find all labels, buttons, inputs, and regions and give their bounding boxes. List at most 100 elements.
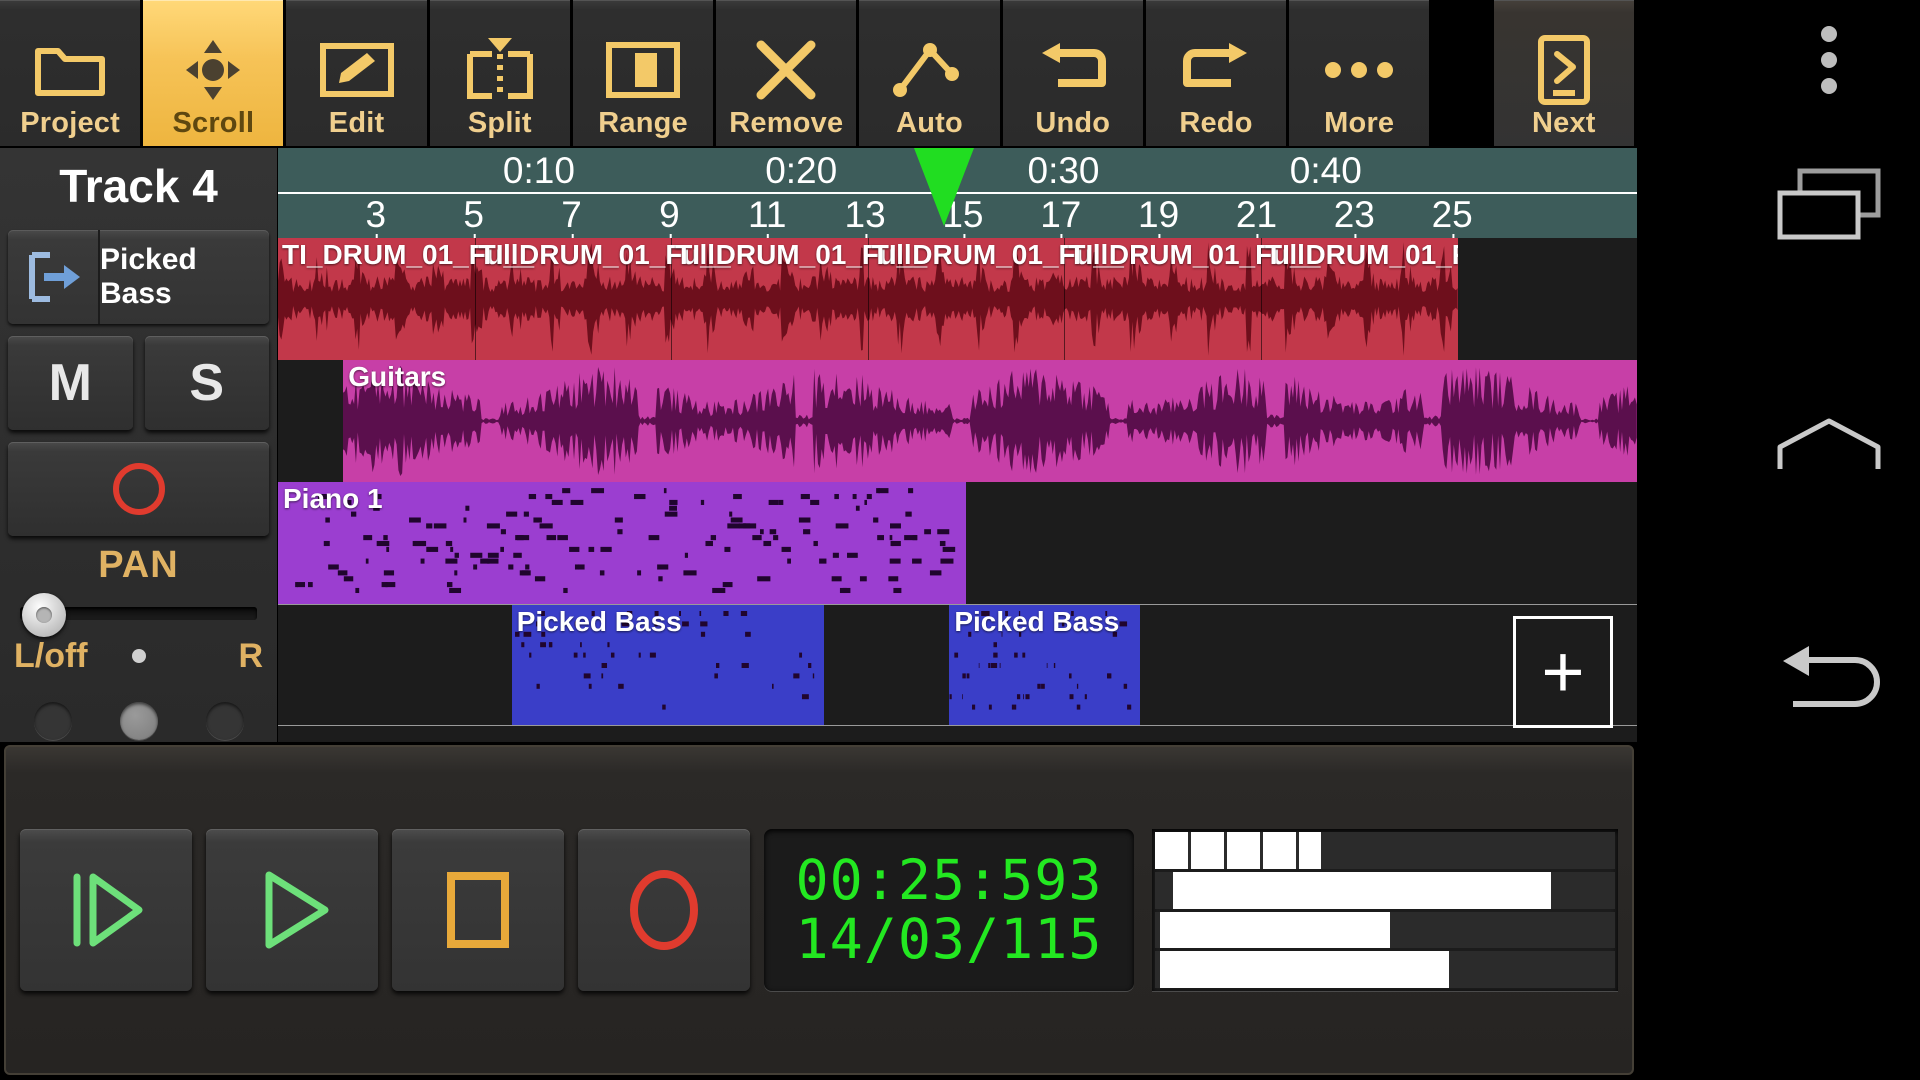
play-button[interactable]	[206, 829, 378, 991]
toolbar-label-redo: Redo	[1179, 107, 1253, 139]
automation-icon	[892, 31, 968, 109]
toolbar-label-auto: Auto	[896, 107, 963, 139]
pan-slider[interactable]	[10, 593, 267, 637]
back-arrow-icon[interactable]	[1737, 625, 1920, 735]
move-icon	[174, 31, 252, 109]
toolbar-button-undo[interactable]: Undo	[1002, 0, 1143, 146]
ruler-bar-mark: 9	[659, 194, 680, 242]
clip-piano-1[interactable]: Piano 1	[278, 482, 966, 604]
main-toolbar: Project Scroll Edit Split Range Remove A…	[0, 0, 1637, 148]
time-display[interactable]: 00:25:593 14/03/115	[764, 829, 1134, 991]
toolbar-label-project: Project	[20, 107, 120, 139]
meter-3-fill	[1159, 911, 1390, 949]
record-button[interactable]	[578, 829, 750, 991]
ruler-bar-mark: 17	[1040, 194, 1081, 242]
toolbar-label-more: More	[1324, 107, 1395, 139]
level-meters	[1152, 829, 1618, 991]
record-circle-icon	[112, 463, 165, 515]
toolbar-button-range[interactable]: Range	[572, 0, 714, 146]
ruler-bar-mark: 25	[1432, 194, 1473, 242]
folder-icon	[34, 31, 106, 109]
fx-slot-left[interactable]	[33, 702, 72, 740]
track-lane-drums[interactable]: TI_DRUM_01_Full_ TI_DRUM_01_Full_ TI_DRUM_…	[278, 238, 1637, 360]
toolbar-button-remove[interactable]: Remove	[716, 0, 857, 146]
track-lane-piano[interactable]: Piano 1	[278, 482, 1637, 604]
stop-button[interactable]	[392, 829, 564, 991]
clip-label: Picked Bass	[954, 606, 1120, 637]
instrument-input-icon[interactable]	[8, 230, 100, 324]
home-icon[interactable]	[1737, 395, 1920, 495]
fx-slot-center[interactable]	[119, 702, 158, 740]
toolbar-button-next[interactable]: Next	[1493, 0, 1634, 146]
solo-button[interactable]: S	[144, 336, 269, 430]
track-header-panel: Track 4 Picked Bass M S PAN L/off R	[0, 148, 278, 742]
instrument-row: Picked Bass	[8, 230, 269, 324]
ruler-bar-mark: 23	[1334, 194, 1375, 242]
clip-label: Piano 1	[283, 483, 383, 514]
split-icon	[464, 31, 536, 109]
time-display-bars: 14/03/115	[795, 907, 1103, 971]
meter-4-fill	[1159, 951, 1450, 988]
mute-button[interactable]: M	[8, 336, 133, 430]
toolbar-label-next: Next	[1531, 107, 1596, 139]
toolbar-label-scroll: Scroll	[172, 107, 255, 139]
overflow-menu-icon[interactable]	[1737, 10, 1920, 110]
rewind-play-button[interactable]	[20, 829, 192, 991]
ruler-bar-marks: 3 5 7 9 11 13 15 17 19 21 23 25	[278, 194, 1637, 242]
record-arm-button[interactable]	[8, 442, 269, 536]
toolbar-button-split[interactable]: Split	[429, 0, 570, 146]
clip-picked-bass[interactable]: Picked Bass	[511, 605, 825, 725]
arrange-view[interactable]: 0:10 0:20 0:30 0:40 3 5 7 9 11 13 15 17 19 21 23 25 TI…	[278, 148, 1637, 742]
recent-apps-icon[interactable]	[1737, 155, 1920, 255]
record-circle-icon	[630, 870, 698, 950]
ruler-bar-mark: 11	[748, 194, 786, 242]
page-title: Track 4	[59, 160, 218, 212]
undo-arrow-icon	[1034, 31, 1112, 109]
pencil-icon	[319, 31, 395, 109]
timeline-ruler[interactable]: 0:10 0:20 0:30 0:40 3 5 7 9 11 13 15 17 19 21 23 25	[278, 148, 1637, 242]
ellipsis-icon	[1321, 31, 1397, 109]
pan-center-marker	[131, 649, 146, 663]
track-lane-bass[interactable]: Picked Bass Picked Bass	[278, 604, 1637, 726]
toolbar-button-redo[interactable]: Redo	[1145, 0, 1287, 146]
toolbar-button-auto[interactable]: Auto	[859, 0, 1000, 146]
toolbar-button-more[interactable]: More	[1289, 0, 1430, 146]
clip-label: Picked Bass	[516, 606, 682, 637]
fx-slot-row	[33, 697, 244, 745]
toolbar-button-scroll[interactable]: Scroll	[143, 0, 284, 146]
redo-arrow-icon	[1177, 31, 1255, 109]
ruler-bar-mark: 5	[463, 194, 484, 242]
transport-bar: 00:25:593 14/03/115	[4, 745, 1634, 1075]
ruler-bar-mark: 21	[1236, 194, 1277, 242]
ruler-time-mark: 0:30	[1027, 150, 1100, 191]
toolbar-button-edit[interactable]: Edit	[286, 0, 427, 146]
meter-1	[1155, 832, 1615, 869]
meter-2-fill	[1173, 871, 1551, 909]
add-track-button[interactable]: +	[1513, 616, 1613, 728]
clip-picked-bass[interactable]: Picked Bass	[949, 605, 1140, 725]
toolbar-button-project[interactable]: Project	[0, 0, 141, 146]
instrument-name[interactable]: Picked Bass	[100, 230, 269, 324]
toolbar-label-range: Range	[598, 107, 688, 139]
stop-square-icon	[447, 872, 509, 948]
clip-label: Guitars	[348, 361, 447, 392]
range-icon	[605, 31, 681, 109]
fx-slot-right[interactable]	[205, 702, 244, 740]
toolbar-gap	[1432, 0, 1493, 148]
pan-right-label: R	[238, 637, 263, 675]
ruler-time-marks: 0:10 0:20 0:30 0:40	[278, 148, 1637, 194]
track-lane-guitars[interactable]: Guitars	[278, 360, 1637, 482]
clip-guitars[interactable]: Guitars	[343, 360, 1637, 482]
toolbar-label-edit: Edit	[328, 107, 385, 139]
meter-1-fill	[1155, 832, 1321, 869]
toolbar-label-undo: Undo	[1035, 107, 1111, 139]
clip-ti-drum-01-full[interactable]: TI_DRUM_01_Full_ TI_DRUM_01_Full_ TI_DRUM_…	[278, 238, 1458, 360]
mute-solo-row: M S	[8, 336, 269, 430]
record-arm-row	[8, 442, 269, 536]
play-from-start-icon	[73, 873, 143, 947]
android-nav-strip	[1737, 0, 1920, 1080]
ruler-time-mark: 0:40	[1289, 150, 1362, 191]
meter-4	[1155, 951, 1615, 988]
pan-slider-knob[interactable]	[22, 593, 67, 637]
meter-2	[1155, 871, 1615, 909]
